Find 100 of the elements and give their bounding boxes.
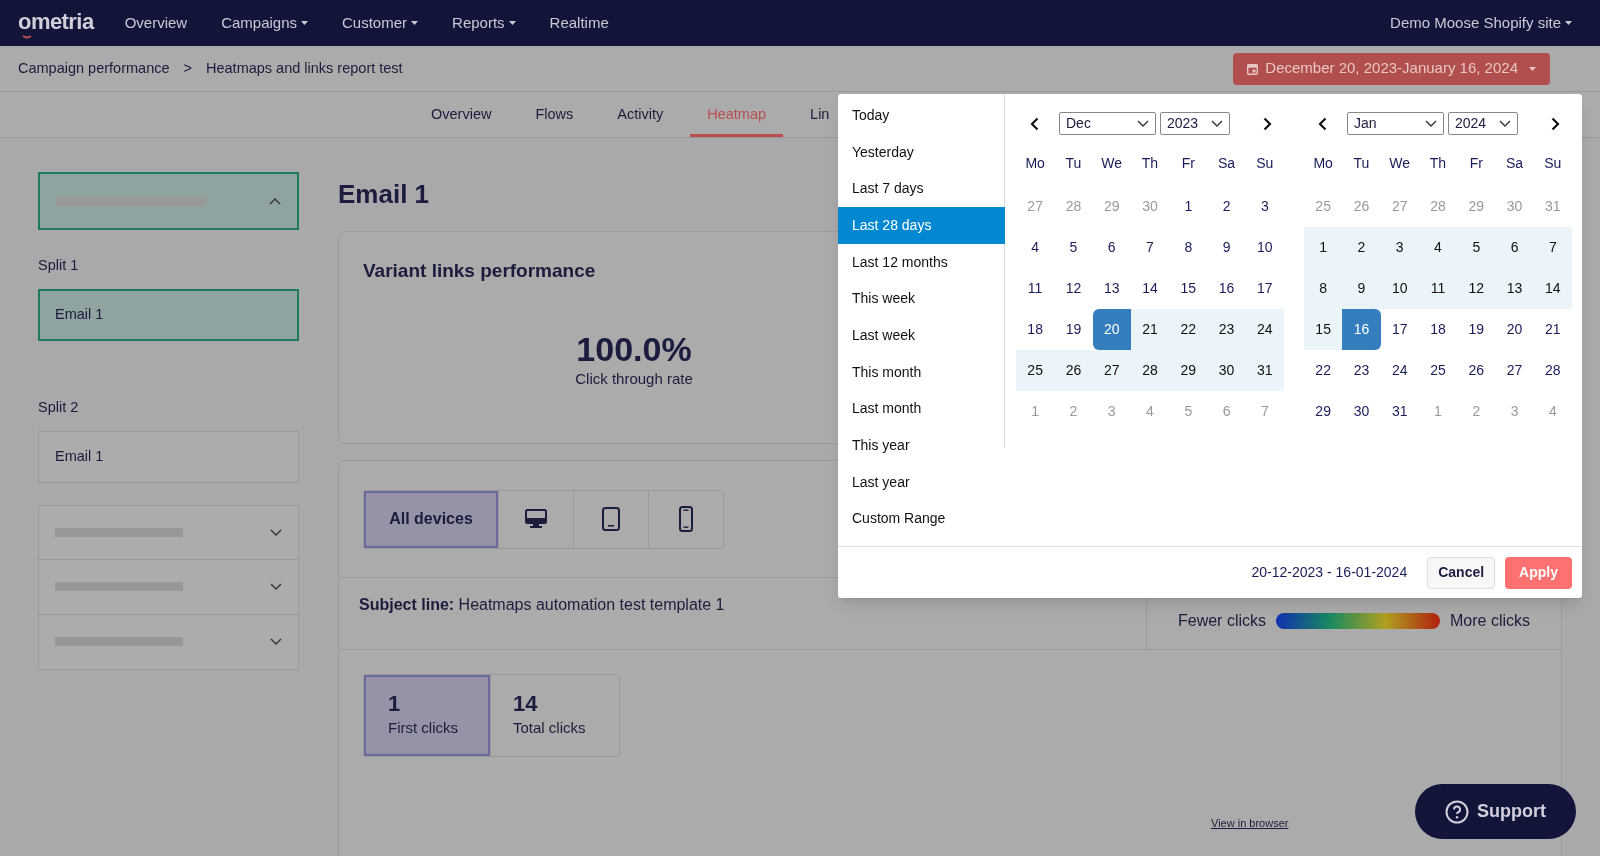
click-metric-tab[interactable]: 14 Total clicks: [490, 675, 619, 756]
month-select[interactable]: Jan: [1347, 112, 1444, 135]
calendar-day[interactable]: 16: [1207, 268, 1246, 309]
calendar-day[interactable]: 18: [1016, 309, 1055, 350]
calendar-day[interactable]: 28: [1533, 350, 1572, 391]
calendar-day[interactable]: 8: [1169, 227, 1208, 268]
email-variant[interactable]: Email 1: [38, 288, 299, 341]
calendar-day[interactable]: 30: [1207, 350, 1246, 391]
calendar-day[interactable]: 5: [1054, 227, 1093, 268]
calendar-day[interactable]: 3: [1245, 186, 1284, 227]
calendar-day[interactable]: 28: [1130, 350, 1170, 391]
nav-link[interactable]: Reports: [452, 11, 516, 35]
chevron-right-icon[interactable]: [1551, 116, 1560, 131]
calendar-day[interactable]: 24: [1245, 309, 1284, 350]
calendar-day[interactable]: 21: [1130, 309, 1170, 350]
calendar-day[interactable]: 4: [1418, 227, 1458, 268]
range-option[interactable]: Last week: [838, 317, 1005, 354]
calendar-day[interactable]: 23: [1342, 350, 1381, 391]
calendar-day[interactable]: 30: [1342, 391, 1381, 432]
calendar-day[interactable]: 14: [1533, 268, 1572, 309]
calendar-day[interactable]: 16: [1342, 309, 1381, 350]
device-filter[interactable]: All devices: [364, 490, 498, 548]
calendar-day[interactable]: 10: [1245, 227, 1284, 268]
calendar-day[interactable]: 19: [1457, 309, 1496, 350]
calendar-day[interactable]: 11: [1016, 268, 1055, 309]
calendar-day[interactable]: 31: [1380, 391, 1419, 432]
calendar-day[interactable]: 14: [1130, 268, 1170, 309]
nav-link[interactable]: Realtime: [549, 11, 609, 35]
calendar-day[interactable]: 20: [1092, 309, 1131, 350]
calendar-day[interactable]: 25: [1016, 350, 1055, 391]
calendar-day[interactable]: 15: [1169, 268, 1208, 309]
calendar-day[interactable]: 13: [1495, 268, 1534, 309]
year-select[interactable]: 2024: [1448, 112, 1518, 135]
calendar-day[interactable]: 21: [1533, 309, 1572, 350]
range-option[interactable]: Yesterday: [838, 133, 1005, 171]
range-option[interactable]: Today: [838, 97, 1005, 134]
calendar-day[interactable]: 13: [1092, 268, 1131, 309]
calendar-day[interactable]: 25: [1418, 350, 1458, 391]
breadcrumb-link[interactable]: Campaign performance: [18, 57, 170, 80]
range-option[interactable]: Last year: [838, 463, 1005, 501]
calendar-day[interactable]: 17: [1245, 268, 1284, 309]
calendar-day[interactable]: 7: [1533, 227, 1572, 268]
range-option[interactable]: This year: [838, 427, 1005, 464]
calendar-day[interactable]: 31: [1245, 350, 1284, 391]
calendar-day[interactable]: 8: [1304, 268, 1343, 309]
calendar-day[interactable]: 4: [1016, 227, 1055, 268]
chevron-right-icon[interactable]: [1263, 116, 1272, 131]
calendar-day[interactable]: 5: [1457, 227, 1496, 268]
calendar-day[interactable]: 1: [1304, 227, 1343, 268]
email-variant[interactable]: Email 1: [38, 430, 299, 483]
nav-link[interactable]: Overview: [124, 11, 188, 35]
calendar-day[interactable]: 22: [1169, 309, 1208, 350]
calendar-day[interactable]: 3: [1380, 227, 1419, 268]
calendar-day[interactable]: 22: [1304, 350, 1343, 391]
calendar-day[interactable]: 19: [1054, 309, 1093, 350]
range-option[interactable]: Last 28 days: [838, 207, 1005, 244]
range-option[interactable]: Last 7 days: [838, 170, 1005, 208]
calendar-day[interactable]: 26: [1457, 350, 1496, 391]
calendar-day[interactable]: 15: [1304, 309, 1343, 350]
tab[interactable]: Flows: [518, 92, 591, 137]
range-option[interactable]: This week: [838, 280, 1005, 318]
chevron-left-icon[interactable]: [1030, 116, 1039, 131]
calendar-day[interactable]: 18: [1418, 309, 1458, 350]
calendar-day[interactable]: 20: [1495, 309, 1534, 350]
view-in-browser-link[interactable]: View in browser: [1211, 815, 1289, 832]
month-select[interactable]: Dec: [1059, 112, 1156, 135]
calendar-day[interactable]: 11: [1418, 268, 1458, 309]
calendar-day[interactable]: 2: [1342, 227, 1381, 268]
breadcrumb-link[interactable]: Heatmaps and links report test: [206, 57, 403, 80]
calendar-day[interactable]: 12: [1054, 268, 1093, 309]
range-option[interactable]: Custom Range: [838, 500, 1005, 538]
calendar-day[interactable]: 27: [1092, 350, 1131, 391]
support-button[interactable]: Support: [1415, 784, 1576, 839]
nav-link[interactable]: Customer: [342, 11, 419, 35]
click-metric-tab[interactable]: 1 First clicks: [364, 675, 490, 756]
calendar-day[interactable]: 29: [1304, 391, 1343, 432]
calendar-day[interactable]: 6: [1092, 227, 1131, 268]
calendar-day[interactable]: 9: [1342, 268, 1381, 309]
cancel-button[interactable]: Cancel: [1427, 556, 1496, 589]
calendar-day[interactable]: 6: [1495, 227, 1534, 268]
tab[interactable]: Overview: [414, 92, 509, 137]
calendar-day[interactable]: 24: [1380, 350, 1419, 391]
calendar-day[interactable]: 2: [1207, 186, 1246, 227]
tab[interactable]: Activity: [600, 92, 681, 137]
chevron-left-icon[interactable]: [1318, 116, 1327, 131]
calendar-day[interactable]: 26: [1054, 350, 1093, 391]
logo[interactable]: ometria: [18, 10, 94, 36]
year-select[interactable]: 2023: [1160, 112, 1230, 135]
range-option[interactable]: Last month: [838, 390, 1005, 428]
site-selector[interactable]: Demo Moose Shopify site: [1390, 11, 1572, 35]
calendar-day[interactable]: 23: [1207, 309, 1246, 350]
calendar-day[interactable]: 10: [1380, 268, 1419, 309]
range-option[interactable]: This month: [838, 353, 1005, 391]
calendar-day[interactable]: 29: [1169, 350, 1208, 391]
range-option[interactable]: Last 12 months: [838, 243, 1005, 281]
calendar-day[interactable]: 1: [1169, 186, 1208, 227]
calendar-day[interactable]: 12: [1457, 268, 1496, 309]
calendar-day[interactable]: 27: [1495, 350, 1534, 391]
calendar-day[interactable]: 7: [1130, 227, 1170, 268]
calendar-day[interactable]: 9: [1207, 227, 1246, 268]
